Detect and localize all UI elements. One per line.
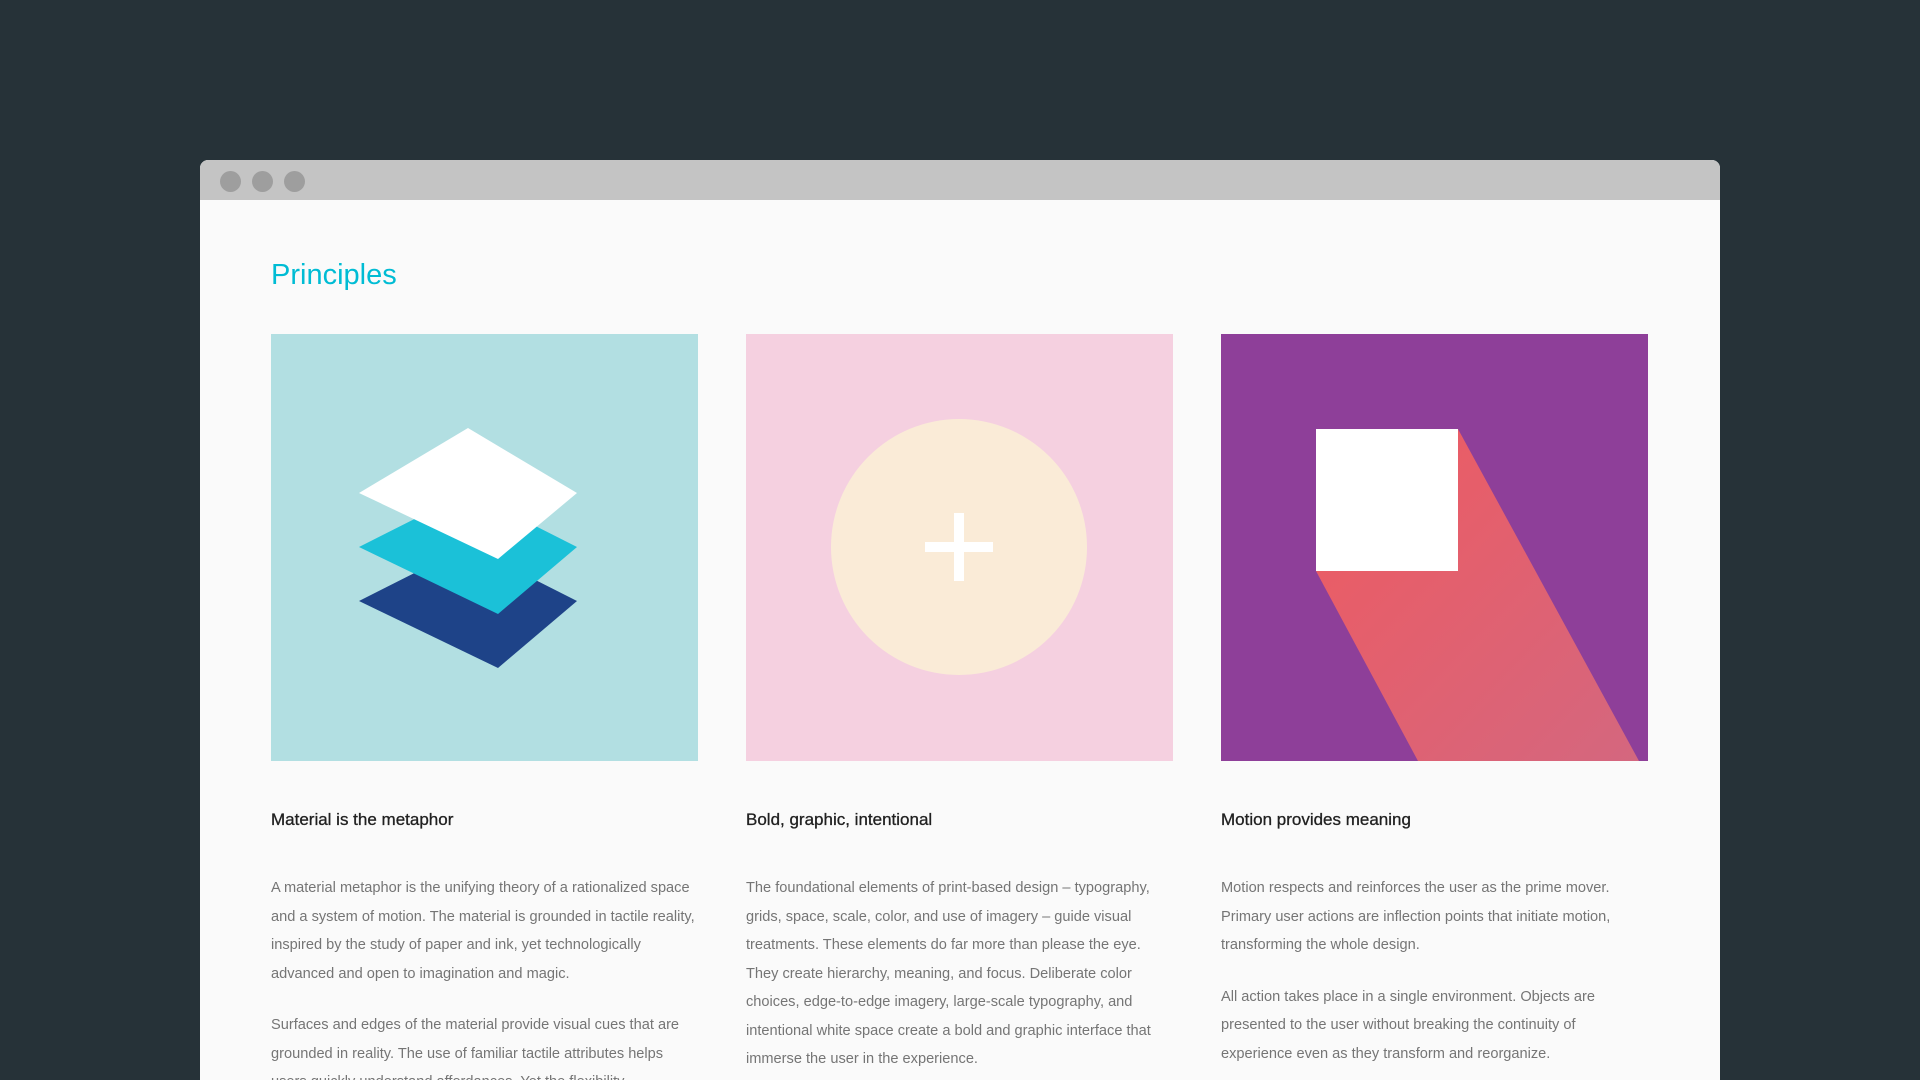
card-paragraph: Surfaces and edges of the material provi… [271, 1017, 680, 1080]
window-minimize-button[interactable] [252, 171, 273, 192]
layers-illustration [271, 334, 698, 761]
plus-circle-illustration [746, 334, 1173, 761]
card-title: Motion provides meaning [1221, 810, 1411, 829]
card-body: Motion respects and reinforces the user … [1221, 874, 1648, 1080]
window-titlebar [200, 160, 1720, 200]
principle-card-material: Material is the metaphor A material meta… [271, 334, 698, 1080]
layers-icon [271, 334, 698, 761]
card-title: Bold, graphic, intentional [746, 810, 933, 829]
plus-circle-icon [746, 334, 1173, 761]
card-title: Material is the metaphor [271, 810, 454, 829]
browser-window: Principles Material is the metaphor A ma… [200, 160, 1720, 1080]
card-paragraph: A material metaphor is the unifying theo… [271, 880, 695, 982]
square-shadow-illustration [1221, 334, 1648, 761]
square-shadow-icon [1221, 334, 1648, 761]
card-body: The foundational elements of print-based… [746, 874, 1173, 1080]
card-paragraph: Motion respects and reinforces the user … [1221, 880, 1611, 953]
card-body: A material metaphor is the unifying theo… [271, 874, 698, 1080]
window-close-button[interactable] [220, 171, 241, 192]
principle-card-motion: Motion provides meaning Motion respects … [1221, 334, 1648, 1062]
page-title: Principles [271, 259, 397, 291]
card-paragraph: All action takes place in a single envir… [1221, 988, 1595, 1062]
card-paragraph: The foundational elements of print-based… [746, 880, 1151, 1067]
principle-card-bold: Bold, graphic, intentional The foundatio… [746, 334, 1173, 1067]
window-maximize-button[interactable] [284, 171, 305, 192]
